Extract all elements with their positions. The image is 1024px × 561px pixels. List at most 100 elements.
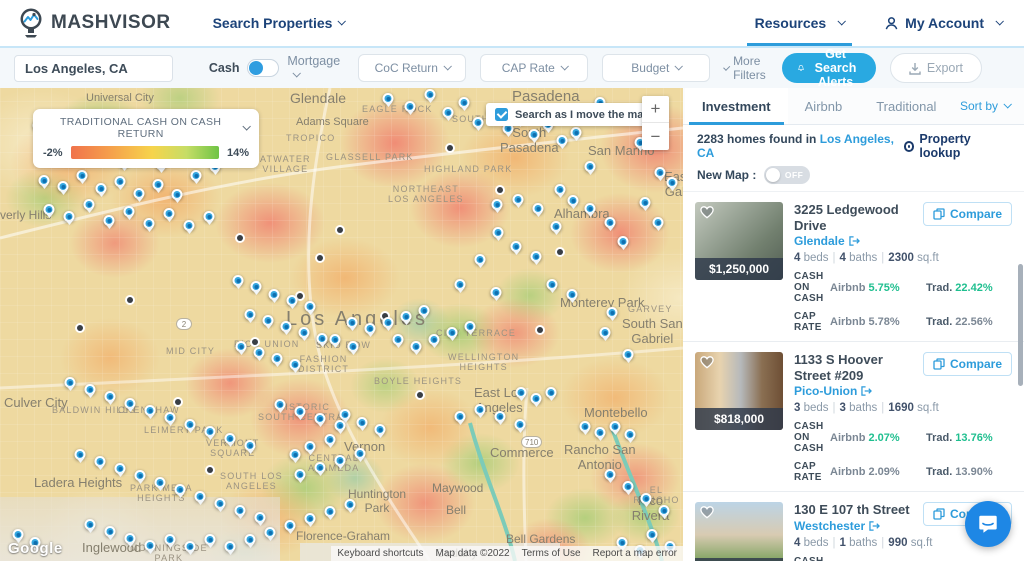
property-pin[interactable] — [124, 206, 135, 217]
property-pin[interactable] — [58, 181, 69, 192]
property-pin[interactable] — [295, 406, 306, 417]
property-pin[interactable] — [610, 421, 621, 432]
property-pin[interactable] — [255, 512, 266, 523]
property-pin[interactable] — [325, 434, 336, 445]
property-pin[interactable] — [357, 417, 368, 428]
property-pin[interactable] — [263, 315, 274, 326]
property-pin[interactable] — [195, 491, 206, 502]
keyboard-shortcuts-link[interactable]: Keyboard shortcuts — [331, 546, 429, 561]
export-button[interactable]: Export — [890, 53, 982, 83]
property-pin[interactable] — [567, 289, 578, 300]
nav-resources[interactable]: Resources — [755, 0, 845, 46]
property-pin[interactable] — [125, 398, 136, 409]
property-pin[interactable] — [153, 179, 164, 190]
property-pin[interactable] — [546, 387, 557, 398]
property-pin[interactable] — [513, 194, 524, 205]
property-pin[interactable] — [104, 215, 115, 226]
property-pin[interactable] — [330, 334, 341, 345]
property-pin[interactable] — [204, 211, 215, 222]
sort-by-dropdown[interactable]: Sort by — [960, 88, 1022, 124]
property-pin[interactable] — [125, 533, 136, 544]
coc-return-filter[interactable]: CoC Return — [358, 54, 466, 82]
property-pin[interactable] — [655, 167, 666, 178]
property-pin[interactable] — [299, 327, 310, 338]
property-pin[interactable] — [215, 498, 226, 509]
property-pin[interactable] — [285, 520, 296, 531]
more-filters[interactable]: More Filters — [724, 54, 768, 82]
property-pin[interactable] — [475, 254, 486, 265]
property-pin[interactable] — [600, 327, 611, 338]
property-pin[interactable] — [305, 513, 316, 524]
property-pin[interactable] — [64, 211, 75, 222]
property-pin[interactable] — [533, 203, 544, 214]
property-pin[interactable] — [475, 404, 486, 415]
property-pin[interactable] — [315, 462, 326, 473]
property-pin[interactable] — [405, 101, 416, 112]
property-pin[interactable] — [447, 327, 458, 338]
property-address[interactable]: 130 E 107 th Street — [794, 502, 910, 518]
property-card[interactable]: $818,000 1133 S Hoover Street #209 Pico-… — [683, 342, 1024, 492]
property-pin[interactable] — [105, 526, 116, 537]
property-pin[interactable] — [345, 499, 356, 510]
neighborhood-link[interactable]: Westchester — [794, 519, 910, 533]
property-pin[interactable] — [411, 341, 422, 352]
property-pin[interactable] — [205, 426, 216, 437]
property-pin[interactable] — [305, 441, 316, 452]
nav-my-account[interactable]: My Account — [884, 0, 1002, 46]
property-pin[interactable] — [287, 295, 298, 306]
favorite-heart-icon[interactable] — [699, 205, 715, 219]
property-pin[interactable] — [641, 493, 652, 504]
mortgage-dropdown[interactable]: Mortgage — [287, 54, 344, 82]
property-pin[interactable] — [184, 220, 195, 231]
heatmap-legend[interactable]: TRADITIONAL CASH ON CASH RETURN -2% 14% — [33, 109, 259, 168]
property-lookup-toggle[interactable]: Property lookup — [904, 132, 1010, 160]
compare-button[interactable]: Compare — [923, 352, 1012, 376]
property-pin[interactable] — [393, 334, 404, 345]
mashvisor-logo[interactable]: MASHVISOR — [18, 8, 171, 38]
property-pin[interactable] — [531, 251, 542, 262]
property-pin[interactable] — [269, 289, 280, 300]
report-map-error-link[interactable]: Report a map error — [587, 546, 683, 561]
compare-button[interactable]: Compare — [923, 202, 1012, 226]
property-pin[interactable] — [225, 541, 236, 552]
property-photo[interactable]: $600,000 — [695, 502, 783, 561]
property-pin[interactable] — [172, 189, 183, 200]
property-pin[interactable] — [39, 175, 50, 186]
budget-filter[interactable]: Budget — [602, 54, 710, 82]
property-pin[interactable] — [225, 433, 236, 444]
property-pin[interactable] — [667, 177, 678, 188]
property-pin[interactable] — [511, 241, 522, 252]
property-pin[interactable] — [605, 469, 616, 480]
property-pin[interactable] — [531, 393, 542, 404]
property-pin[interactable] — [571, 127, 582, 138]
property-pin[interactable] — [568, 195, 579, 206]
property-pin[interactable] — [607, 307, 618, 318]
property-pin[interactable] — [473, 117, 484, 128]
property-pin[interactable] — [84, 199, 95, 210]
property-pin[interactable] — [155, 477, 166, 488]
zoom-in-button[interactable]: + — [642, 96, 669, 123]
property-pin[interactable] — [315, 413, 326, 424]
property-pin[interactable] — [555, 184, 566, 195]
property-pin[interactable] — [365, 323, 376, 334]
property-pin[interactable] — [105, 391, 116, 402]
property-pin[interactable] — [245, 309, 256, 320]
property-address[interactable]: 3225 Ledgewood Drive — [794, 202, 923, 233]
nav-search-properties[interactable]: Search Properties — [213, 15, 345, 31]
property-pin[interactable] — [623, 481, 634, 492]
property-pin[interactable] — [465, 321, 476, 332]
property-pin[interactable] — [115, 176, 126, 187]
property-pin[interactable] — [135, 470, 146, 481]
location-search-box[interactable] — [14, 55, 173, 82]
property-pin[interactable] — [175, 484, 186, 495]
property-pin[interactable] — [185, 419, 196, 430]
property-pin[interactable] — [13, 529, 24, 540]
property-pin[interactable] — [495, 411, 506, 422]
property-pin[interactable] — [375, 424, 386, 435]
property-pin[interactable] — [281, 321, 292, 332]
property-pin[interactable] — [290, 449, 301, 460]
property-pin[interactable] — [659, 505, 670, 516]
property-pin[interactable] — [547, 279, 558, 290]
property-pin[interactable] — [205, 534, 216, 545]
property-pin[interactable] — [75, 449, 86, 460]
